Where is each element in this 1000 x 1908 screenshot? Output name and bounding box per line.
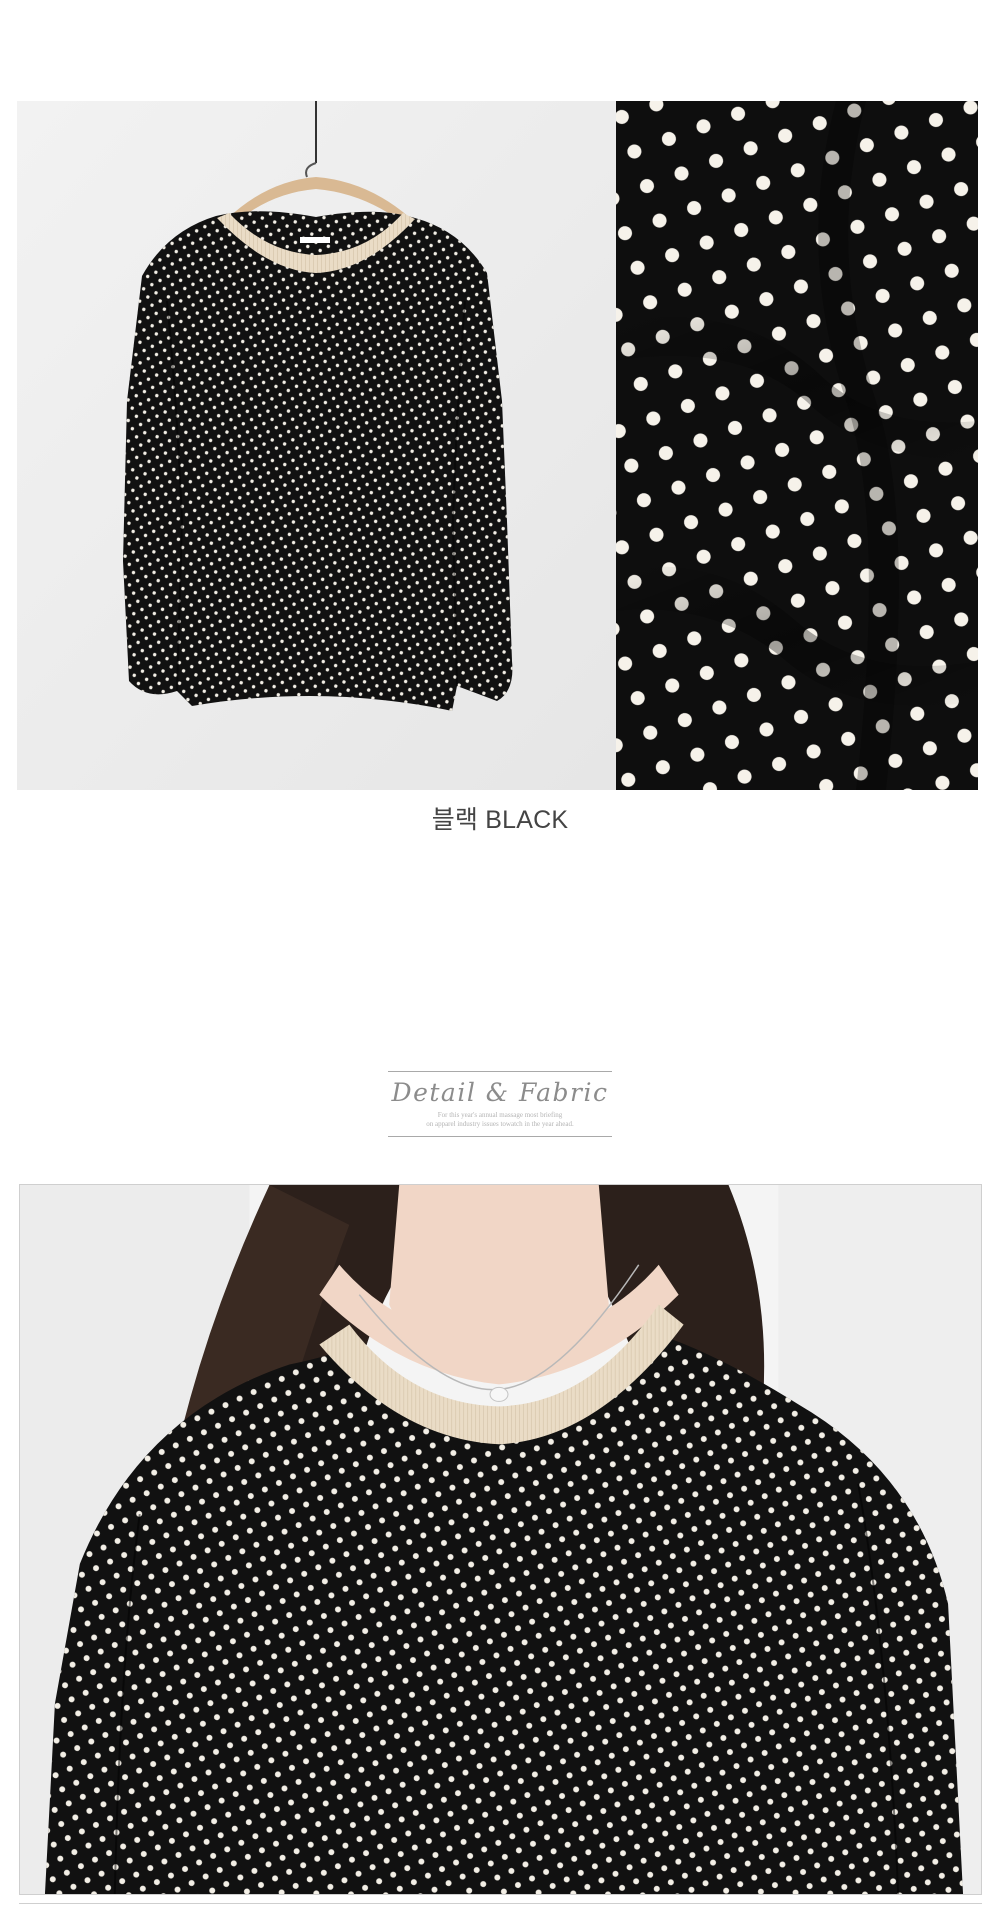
model-detail-image xyxy=(19,1184,982,1895)
section-title: Detail & Fabric xyxy=(391,1078,609,1107)
color-option-label: 블랙 BLACK xyxy=(431,806,569,834)
bottom-divider xyxy=(19,1903,982,1904)
section-subtitle-line-2: on apparel industry issues towatch in th… xyxy=(426,1120,574,1128)
product-flat-lay-image xyxy=(17,101,616,790)
header-bottom-rule xyxy=(388,1136,612,1137)
header-top-rule xyxy=(388,1071,612,1072)
section-subtitle-line-1: For this year's annual massage most brie… xyxy=(437,1111,563,1119)
detail-fabric-section-header: Detail & Fabric For this year's annual m… xyxy=(388,1071,612,1137)
fabric-closeup-image xyxy=(616,101,978,790)
section-subtitle: For this year's annual massage most brie… xyxy=(388,1111,612,1129)
